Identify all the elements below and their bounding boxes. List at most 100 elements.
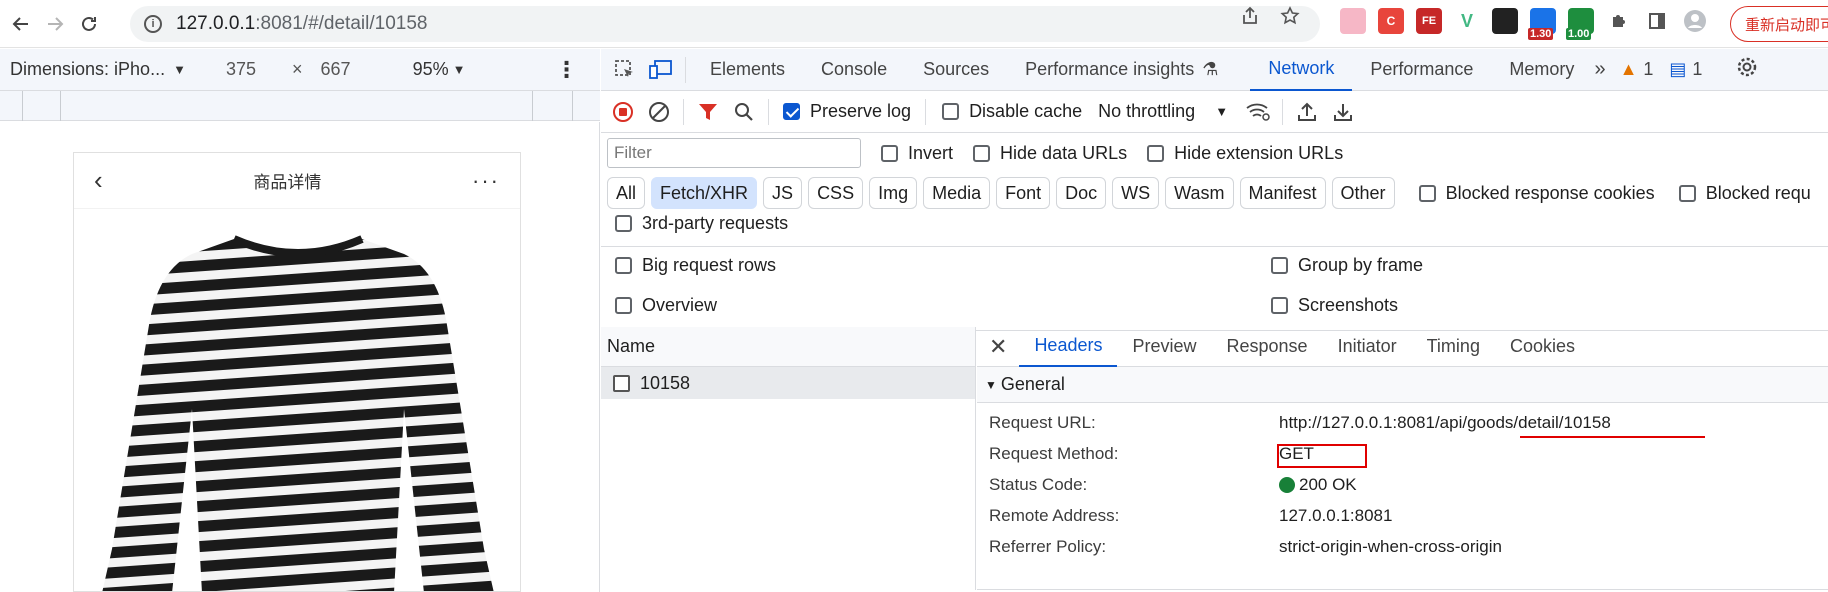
- forward-icon[interactable]: [38, 7, 72, 41]
- tab-performance-insights[interactable]: Performance insights ⚗: [1007, 49, 1236, 91]
- ext-2-icon[interactable]: C: [1378, 8, 1404, 34]
- type-other-button[interactable]: Other: [1331, 177, 1395, 209]
- tab-console[interactable]: Console: [803, 49, 905, 91]
- clear-icon[interactable]: [641, 101, 677, 123]
- general-section-header[interactable]: ▼ General: [977, 367, 1828, 403]
- more-icon[interactable]: ···: [472, 168, 500, 194]
- network-conditions-icon[interactable]: [1240, 101, 1276, 123]
- side-panel-icon[interactable]: [1644, 8, 1670, 34]
- close-icon[interactable]: ✕: [977, 334, 1019, 360]
- request-url-row: Request URL: http://127.0.0.1:8081/api/go…: [989, 413, 1611, 432]
- warning-count: 1: [1643, 59, 1654, 79]
- tab-performance[interactable]: Performance: [1352, 49, 1491, 91]
- ext-1-icon[interactable]: [1340, 8, 1366, 34]
- ext-7-icon[interactable]: 1.00: [1566, 8, 1594, 40]
- screenshots-checkbox[interactable]: Screenshots: [1271, 295, 1398, 316]
- group-by-frame-checkbox[interactable]: Group by frame: [1271, 255, 1423, 276]
- status-dot-icon: [1279, 477, 1295, 493]
- overview-checkbox[interactable]: Overview: [615, 295, 717, 316]
- invert-checkbox[interactable]: Invert: [881, 143, 953, 164]
- device-width-input[interactable]: 375: [226, 59, 256, 80]
- network-settings: Big request rows Group by frame Overview…: [601, 247, 1828, 331]
- checkbox-icon: [1418, 184, 1436, 202]
- type-img-button[interactable]: Img: [869, 177, 918, 209]
- checkbox-icon: [615, 215, 632, 232]
- tab-timing[interactable]: Timing: [1412, 327, 1495, 367]
- type-ws-button[interactable]: WS: [1112, 177, 1160, 209]
- settings-gear-icon[interactable]: [1736, 56, 1758, 83]
- type-js-button[interactable]: JS: [763, 177, 803, 209]
- media-query-ruler: [0, 91, 600, 121]
- message-icon[interactable]: ▤: [1669, 59, 1686, 80]
- filter-funnel-icon[interactable]: [690, 101, 726, 123]
- profile-avatar-icon[interactable]: [1682, 8, 1708, 34]
- type-wasm-button[interactable]: Wasm: [1165, 177, 1234, 209]
- checkbox-icon: [942, 103, 960, 120]
- back-arrow-icon[interactable]: ‹: [94, 165, 103, 196]
- hide-data-urls-checkbox[interactable]: Hide data URLs: [973, 143, 1127, 164]
- site-info-icon[interactable]: i: [144, 15, 162, 33]
- back-icon[interactable]: [4, 7, 38, 41]
- share-icon[interactable]: [1240, 6, 1260, 32]
- ext-3-icon[interactable]: FE: [1416, 8, 1442, 34]
- type-css-button[interactable]: CSS: [808, 177, 864, 209]
- blocked-requests-checkbox[interactable]: Blocked requ: [1678, 183, 1811, 204]
- disable-cache-checkbox[interactable]: Disable cache: [942, 101, 1082, 122]
- ext-5-icon[interactable]: [1492, 8, 1518, 34]
- third-party-checkbox[interactable]: 3rd-party requests: [615, 213, 788, 234]
- type-doc-button[interactable]: Doc: [1056, 177, 1107, 209]
- big-request-rows-checkbox[interactable]: Big request rows: [615, 255, 776, 276]
- tab-headers[interactable]: Headers: [1019, 327, 1118, 367]
- device-height-input[interactable]: 667: [321, 59, 351, 80]
- device-dimensions-select[interactable]: Dimensions: iPho...: [10, 59, 165, 80]
- chevron-down-icon[interactable]: ▼: [453, 62, 466, 77]
- type-font-button[interactable]: Font: [996, 177, 1051, 209]
- tab-elements[interactable]: Elements: [692, 49, 803, 91]
- export-har-icon[interactable]: [1325, 101, 1361, 123]
- filter-input[interactable]: Filter: [607, 138, 861, 168]
- type-media-button[interactable]: Media: [923, 177, 991, 209]
- checkbox-icon: [1271, 297, 1288, 314]
- blocked-response-cookies-checkbox[interactable]: Blocked response cookies: [1418, 183, 1655, 204]
- type-manifest-button[interactable]: Manifest: [1239, 177, 1326, 209]
- type-all-button[interactable]: All: [607, 177, 646, 209]
- restart-button[interactable]: 重新启动即可: [1730, 6, 1828, 42]
- hide-extension-urls-checkbox[interactable]: Hide extension URLs: [1147, 143, 1343, 164]
- more-options-icon[interactable]: ⋮: [555, 57, 577, 83]
- address-bar[interactable]: i 127.0.0.1:8081/#/detail/10158: [130, 6, 1320, 42]
- inspect-element-icon[interactable]: [607, 59, 643, 81]
- remote-address-value: 127.0.0.1:8081: [1279, 506, 1393, 525]
- chevron-down-icon[interactable]: ▼: [1215, 104, 1228, 119]
- type-fetch-xhr-button[interactable]: Fetch/XHR: [651, 177, 758, 209]
- tab-cookies[interactable]: Cookies: [1495, 327, 1590, 367]
- import-har-icon[interactable]: [1289, 101, 1325, 123]
- request-method-row: Request Method: GET: [989, 444, 1314, 463]
- zoom-select[interactable]: 95%: [413, 59, 449, 80]
- request-url-value: http://127.0.0.1:8081/api/goods/detail/1…: [1279, 413, 1611, 432]
- chevron-down-icon[interactable]: ▼: [173, 62, 186, 77]
- ext-6-icon[interactable]: 1.30: [1528, 8, 1556, 40]
- record-stop-icon[interactable]: [605, 101, 641, 123]
- preserve-log-checkbox[interactable]: Preserve log: [783, 101, 911, 122]
- request-row[interactable]: 10158: [601, 367, 975, 399]
- tab-memory[interactable]: Memory: [1491, 49, 1592, 91]
- throttling-select[interactable]: No throttling: [1098, 101, 1195, 122]
- device-toggle-icon[interactable]: [643, 59, 679, 81]
- tab-preview[interactable]: Preview: [1117, 327, 1211, 367]
- puzzle-extensions-icon[interactable]: [1606, 8, 1632, 34]
- warning-icon[interactable]: ▲: [1620, 59, 1638, 80]
- tab-response[interactable]: Response: [1212, 327, 1323, 367]
- vue-devtools-icon[interactable]: V: [1454, 8, 1480, 34]
- tab-network[interactable]: Network: [1250, 49, 1353, 91]
- search-icon[interactable]: [726, 101, 762, 123]
- bookmark-star-icon[interactable]: [1280, 6, 1300, 32]
- filter-row: Filter Invert Hide data URLs Hide extens…: [601, 133, 1828, 173]
- more-tabs-icon[interactable]: »: [1594, 58, 1605, 81]
- tab-sources[interactable]: Sources: [905, 49, 1007, 91]
- document-icon: [613, 374, 630, 392]
- name-column-header[interactable]: Name: [601, 327, 975, 367]
- request-details: ✕ Headers Preview Response Initiator Tim…: [977, 327, 1828, 590]
- tab-initiator[interactable]: Initiator: [1323, 327, 1412, 367]
- url-underline-annotation: [1520, 436, 1705, 438]
- reload-icon[interactable]: [72, 7, 106, 41]
